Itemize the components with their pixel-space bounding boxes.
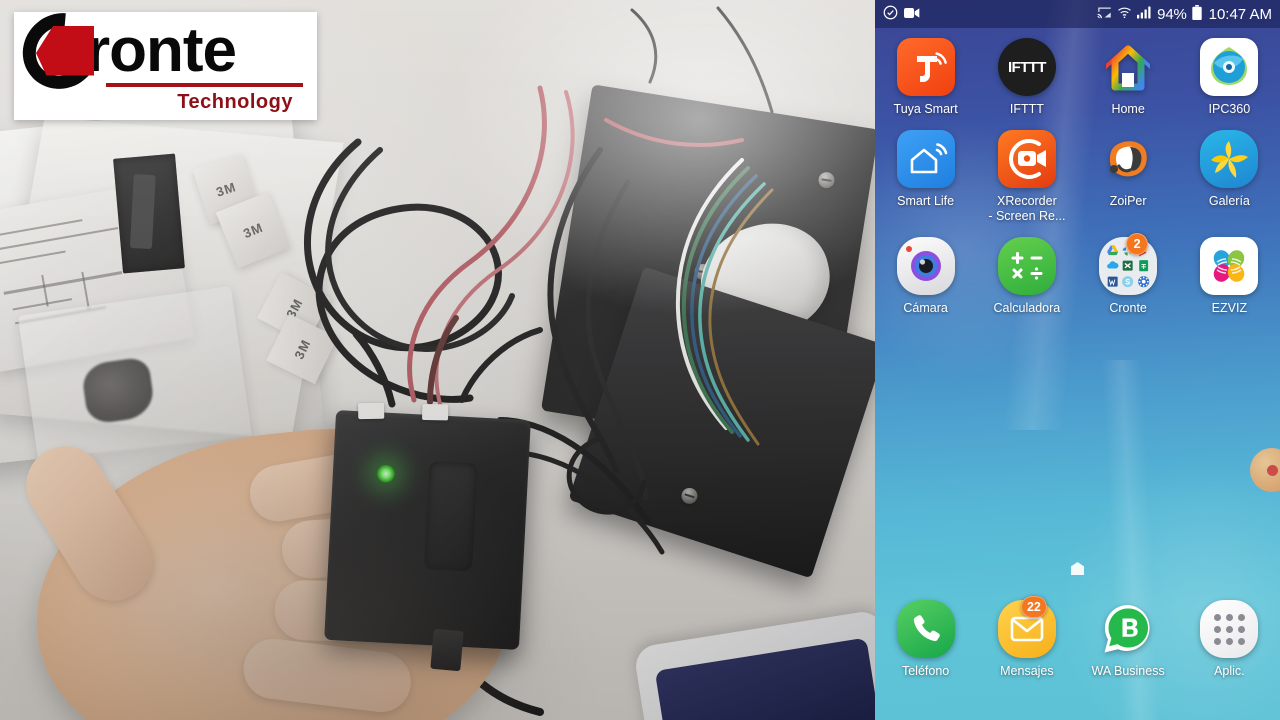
screen-root: 3M 3M 3M 3M ronte Technology 94% 10:47 A…: [0, 0, 1280, 720]
mini-drive-icon: [1107, 245, 1119, 256]
battery-percent-label: 94%: [1157, 5, 1187, 23]
app-smart-life[interactable]: Smart Life: [875, 130, 976, 223]
home-page-dot-icon: [1071, 562, 1084, 575]
status-led-icon: [376, 464, 396, 484]
dock-item-label: Mensajes: [1000, 664, 1054, 678]
video-pane: 3M 3M 3M 3M ronte Technology: [0, 0, 875, 720]
screen-record-icon: [904, 6, 920, 22]
app-folder-cronte[interactable]: 2 Cronte: [1078, 233, 1179, 316]
app-label: XRecorder - Screen Re...: [988, 194, 1066, 223]
app-tuya-smart[interactable]: Tuya Smart: [875, 38, 976, 116]
logo-c-glyph: [14, 12, 115, 104]
mini-settings-icon: [1137, 275, 1149, 287]
mini-onedrive-icon: [1107, 261, 1119, 269]
dock-item-mensajes[interactable]: 22 Mensajes: [976, 596, 1077, 678]
ezviz-icon: [1200, 237, 1259, 296]
google-home-icon: [1099, 38, 1157, 96]
logo-tagline: Technology: [177, 90, 293, 113]
status-bar-clock: 10:47 AM: [1208, 5, 1272, 23]
camera-icon: [896, 237, 955, 296]
usb-connector: [430, 628, 464, 672]
messages-icon: 22: [997, 596, 1056, 658]
tuya-smart-icon: [896, 38, 955, 96]
zoiper-icon: [1099, 130, 1157, 188]
dock-item-wa-business[interactable]: WA Business: [1078, 600, 1179, 678]
device-slot: [423, 461, 478, 572]
dock-item-telefono[interactable]: Teléfono: [875, 600, 976, 678]
app-label: ZoiPer: [1109, 194, 1147, 209]
app-ifttt[interactable]: IFTTT IFTTT: [976, 38, 1077, 116]
battery-icon: [1191, 5, 1202, 23]
dock-item-app-drawer[interactable]: Aplic.: [1179, 600, 1280, 678]
app-label: IPC360: [1208, 102, 1251, 116]
check-circle-icon: [883, 5, 898, 23]
smart-life-icon: [896, 130, 955, 189]
wire-connector: [358, 402, 385, 420]
app-label: Tuya Smart: [893, 102, 958, 116]
xrecorder-icon: [997, 130, 1056, 189]
wire-connector: [422, 404, 449, 421]
dock-item-label: Aplic.: [1214, 664, 1245, 678]
ipc360-icon: [1200, 38, 1259, 96]
app-calculadora[interactable]: Calculadora: [976, 237, 1077, 315]
mini-skype-icon: [1122, 275, 1134, 287]
logo-wordmark: ronte: [14, 12, 317, 104]
cast-icon: [1097, 6, 1112, 22]
dock-item-label: Teléfono: [901, 664, 950, 678]
app-label: Smart Life: [897, 194, 955, 209]
app-label: Home: [1111, 102, 1145, 116]
galeria-icon: [1200, 130, 1259, 189]
app-label: Cronte: [1109, 301, 1147, 316]
phone-icon: [896, 600, 955, 658]
app-drawer-icon: [1200, 600, 1259, 658]
dock-item-label: WA Business: [1091, 664, 1165, 678]
cellular-signal-icon: [1137, 6, 1152, 22]
app-xrecorder[interactable]: XRecorder - Screen Re...: [976, 130, 1077, 223]
app-zoiper[interactable]: ZoiPer: [1078, 130, 1179, 223]
calculator-icon: [997, 237, 1056, 296]
cronte-technology-logo: ronte Technology: [14, 12, 317, 120]
app-ipc360[interactable]: IPC360: [1179, 38, 1280, 116]
wifi-icon: [1117, 6, 1132, 22]
whatsapp-business-icon: [1099, 600, 1157, 658]
app-ezviz[interactable]: EZVIZ: [1179, 237, 1280, 315]
mini-excel-icon: [1123, 261, 1134, 272]
app-label: IFTTT: [1009, 102, 1044, 116]
app-camara[interactable]: Cámara: [875, 237, 976, 315]
app-galeria[interactable]: Galería: [1179, 130, 1280, 223]
dock: Teléfono 22 Mensajes WA Business Aplic.: [875, 596, 1280, 678]
mini-word-icon: [1107, 276, 1118, 287]
app-label: Calculadora: [993, 301, 1061, 316]
xrecorder-floating-button[interactable]: [1250, 448, 1280, 492]
status-bar: 94% 10:47 AM: [875, 0, 1280, 28]
app-label: EZVIZ: [1211, 301, 1248, 316]
messages-badge-count: 22: [1020, 596, 1047, 618]
app-label: Galería: [1208, 194, 1250, 209]
mini-sheets-icon: [1139, 260, 1148, 272]
record-dot-icon: [1266, 464, 1278, 476]
page-indicator[interactable]: [875, 562, 1280, 575]
home-screen-app-grid: Tuya Smart IFTTT IFTTT Home IPC360 Smart…: [875, 38, 1280, 316]
ifttt-icon: IFTTT: [997, 38, 1056, 96]
app-label: Cámara: [903, 301, 948, 316]
phone-screen-pane: 94% 10:47 AM Tuya Smart IFTTT IFTTT Home…: [875, 0, 1280, 720]
gsm-alarm-device: [324, 402, 531, 650]
folder-icon: 2: [1099, 233, 1158, 296]
app-google-home[interactable]: Home: [1078, 38, 1179, 116]
logo-brand-text: ronte: [86, 15, 237, 85]
